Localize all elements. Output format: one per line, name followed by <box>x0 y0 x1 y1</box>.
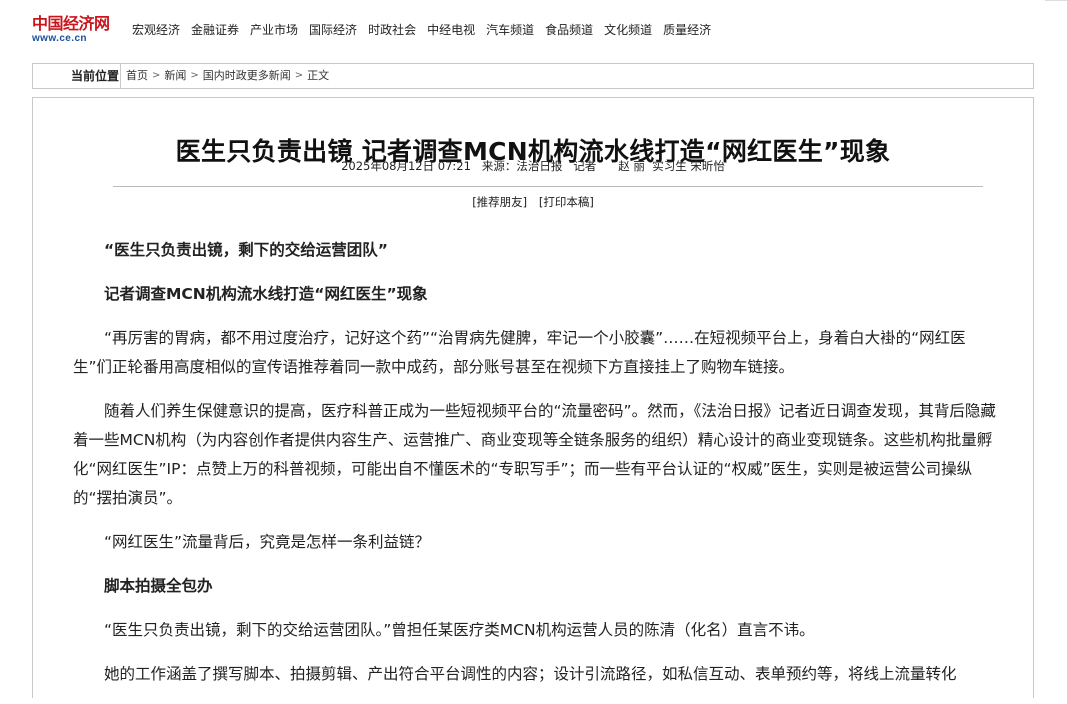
breadcrumb-separator: > <box>152 70 161 81</box>
breadcrumb-separator: > <box>294 70 304 81</box>
breadcrumb: 当前位置 首页 > 新闻 > 国内时政更多新闻 > 正文 <box>32 63 1034 89</box>
article-paragraph: 她的工作涵盖了撰写脚本、拍摄剪辑、产出符合平台调性的内容；设计引流路径，如私信互… <box>104 665 957 683</box>
breadcrumb-home[interactable]: 首页 <box>126 64 148 88</box>
breadcrumb-news[interactable]: 新闻 <box>164 64 186 88</box>
recommend-friend-link[interactable]: [推荐朋友] <box>472 195 527 209</box>
breadcrumb-label: 当前位置 <box>70 69 119 83</box>
divider <box>120 64 121 88</box>
logo-text: 中国经济网 <box>32 14 110 33</box>
article-paragraph: “网红医生”流量背后，究竟是怎样一条利益链？ <box>104 533 431 551</box>
article-paragraph: “医生只负责出镜，剩下的交给运营团队。”曾担任某医疗类MCN机构运营人员的陈清（… <box>104 621 815 639</box>
article-body: “医生只负责出镜，剩下的交给运营团队” 记者调查MCN机构流水线打造“网红医生”… <box>73 236 997 704</box>
logo-url: www.ce.cn <box>32 33 87 44</box>
nav-item[interactable]: 中经电视 <box>427 22 475 38</box>
nav-item[interactable]: 文化频道 <box>604 22 652 38</box>
article-container: 医生只负责出镜 记者调查MCN机构流水线打造“网红医生”现象 2025年08月1… <box>32 97 1034 698</box>
breadcrumb-current: 正文 <box>307 69 330 82</box>
nav-item[interactable]: 国际经济 <box>309 22 357 38</box>
article-paragraph: 随着人们养生保健意识的提高，医疗科普正成为一些短视频平台的“流量密码”。然而，《… <box>73 402 996 507</box>
breadcrumb-trail: 首页 > 新闻 > 国内时政更多新闻 > 正文 <box>126 64 329 88</box>
divider <box>1045 0 1067 1</box>
article-tools: [推荐朋友] [打印本稿] <box>33 194 1033 210</box>
nav-item[interactable]: 金融证券 <box>191 22 239 38</box>
nav-item[interactable]: 质量经济 <box>663 22 711 38</box>
breadcrumb-separator: > <box>190 70 199 81</box>
article-paragraph: 脚本拍摄全包办 <box>104 577 213 595</box>
article-paragraph: 记者调查MCN机构流水线打造“网红医生”现象 <box>104 285 428 303</box>
site-logo[interactable]: 中国经济网 www.ce.cn <box>32 16 110 46</box>
nav-item[interactable]: 时政社会 <box>368 22 416 38</box>
article-meta: 2025年08月12日 07:21 来源：法治日报 记者 赵 丽 实习生 宋昕怡 <box>341 159 725 173</box>
breadcrumb-domestic-news[interactable]: 国内时政更多新闻 <box>203 64 291 88</box>
article-paragraph: “医生只负责出镜，剩下的交给运营团队” <box>104 241 388 259</box>
top-navigation: 中国经济网 www.ce.cn 宏观经济 金融证券 产业市场 国际经济 时政社会… <box>0 0 1067 58</box>
divider <box>113 186 983 187</box>
nav-item[interactable]: 产业市场 <box>250 22 298 38</box>
nav-item[interactable]: 宏观经济 <box>132 22 180 38</box>
article-paragraph: “再厉害的胃病，都不用过度治疗，记好这个药”“治胃病先健脾，牢记一个小胶囊”……… <box>73 329 966 376</box>
nav-item[interactable]: 食品频道 <box>545 22 593 38</box>
nav-item[interactable]: 汽车频道 <box>486 22 534 38</box>
print-article-link[interactable]: [打印本稿] <box>539 195 594 209</box>
channel-nav: 宏观经济 金融证券 产业市场 国际经济 时政社会 中经电视 汽车频道 食品频道 … <box>132 22 711 38</box>
